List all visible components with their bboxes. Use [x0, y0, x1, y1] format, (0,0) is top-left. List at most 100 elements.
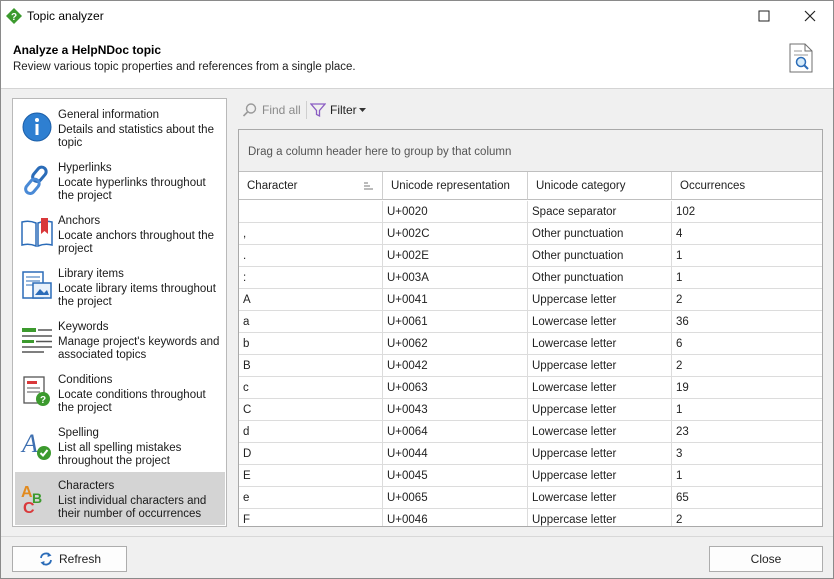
- cell-value: 1: [676, 404, 683, 416]
- cell-value: 2: [676, 360, 683, 372]
- table-cell: D: [239, 443, 383, 465]
- table-cell: c: [239, 377, 383, 399]
- sidebar-item-desc: Details and statistics about the topic: [58, 124, 214, 149]
- cell-value: U+0061: [387, 316, 428, 328]
- table-cell: U+0046: [383, 509, 528, 526]
- cell-value: 102: [676, 206, 696, 218]
- column-header-label: Unicode representation: [391, 180, 510, 192]
- sidebar-item-spelling[interactable]: A Spelling List all spelling mistakes th…: [15, 419, 225, 472]
- sidebar-item-keywords[interactable]: Keywords Manage project's keywords and a…: [15, 313, 225, 366]
- cell-value: Other punctuation: [532, 250, 624, 262]
- find-all-label: Find all: [262, 103, 301, 117]
- sidebar-item-anchors[interactable]: Anchors Locate anchors throughout the pr…: [15, 207, 225, 260]
- table-row[interactable]: A U+0041 Uppercase letter 2: [239, 289, 822, 311]
- table-row[interactable]: b U+0062 Lowercase letter 6: [239, 333, 822, 355]
- table-row[interactable]: F U+0046 Uppercase letter 2: [239, 509, 822, 526]
- table-cell: A: [239, 289, 383, 311]
- sidebar-item-desc: Locate library items throughout the proj…: [58, 283, 216, 308]
- toolbar-separator: [306, 101, 307, 119]
- cell-value: Lowercase letter: [532, 316, 617, 328]
- table-cell: Uppercase letter: [528, 465, 672, 487]
- sort-icon: [364, 182, 373, 190]
- find-all-button[interactable]: Find all: [242, 102, 301, 118]
- cell-value: Lowercase letter: [532, 426, 617, 438]
- table-cell: Uppercase letter: [528, 399, 672, 421]
- table-cell: Lowercase letter: [528, 421, 672, 443]
- refresh-label: Refresh: [58, 552, 102, 566]
- table-cell: 1: [672, 245, 822, 267]
- sidebar-item-title: Library items: [58, 268, 124, 280]
- sidebar-item-conditions[interactable]: ? Conditions Locate conditions throughou…: [15, 366, 225, 419]
- table-cell: Lowercase letter: [528, 377, 672, 399]
- cell-value: 4: [676, 228, 683, 240]
- close-window-button[interactable]: [787, 1, 833, 31]
- sidebar-item-characters[interactable]: A B C Characters List individual charact…: [15, 472, 225, 525]
- sidebar-item-desc: Locate conditions throughout the project: [58, 389, 206, 414]
- table-cell: C: [239, 399, 383, 421]
- header-subtitle: Review various topic properties and refe…: [13, 61, 356, 73]
- table-cell: Uppercase letter: [528, 509, 672, 526]
- cell-value: U+0062: [387, 338, 428, 350]
- cell-value: U+003A: [387, 272, 429, 284]
- table-cell: 4: [672, 223, 822, 245]
- table-cell: U+003A: [383, 267, 528, 289]
- dialog-header: Analyze a HelpNDoc topic Review various …: [1, 31, 833, 89]
- table-row[interactable]: E U+0045 Uppercase letter 1: [239, 465, 822, 487]
- filter-label: Filter: [330, 103, 357, 117]
- cell-value: U+0043: [387, 404, 428, 416]
- column-header-label: Occurrences: [680, 180, 746, 192]
- table-row[interactable]: c U+0063 Lowercase letter 19: [239, 377, 822, 399]
- table-row[interactable]: a U+0061 Lowercase letter 36: [239, 311, 822, 333]
- column-header-label: Unicode category: [536, 180, 626, 192]
- table-cell: 3: [672, 443, 822, 465]
- cell-value: 1: [676, 470, 683, 482]
- title-bar: ? Topic analyzer: [1, 1, 833, 31]
- table-cell: Uppercase letter: [528, 355, 672, 377]
- close-button[interactable]: Close: [709, 546, 823, 572]
- column-header-character[interactable]: Character: [239, 172, 383, 200]
- cell-value: e: [243, 492, 250, 504]
- table-row[interactable]: D U+0044 Uppercase letter 3: [239, 443, 822, 465]
- table-cell: b: [239, 333, 383, 355]
- maximize-button[interactable]: [741, 1, 787, 31]
- cell-value: C: [243, 404, 252, 416]
- refresh-button[interactable]: Refresh: [12, 546, 127, 572]
- table-row[interactable]: , U+002C Other punctuation 4: [239, 223, 822, 245]
- sidebar-item-hyperlinks[interactable]: Hyperlinks Locate hyperlinks throughout …: [15, 154, 225, 207]
- table-cell: d: [239, 421, 383, 443]
- table-cell: 36: [672, 311, 822, 333]
- filter-dropdown-button[interactable]: Filter: [310, 102, 366, 118]
- library-icon: [22, 271, 52, 299]
- sidebar-item-general-information[interactable]: General information Details and statisti…: [15, 101, 225, 154]
- table-cell: Other punctuation: [528, 245, 672, 267]
- table-row[interactable]: d U+0064 Lowercase letter 23: [239, 421, 822, 443]
- cell-value: U+0064: [387, 426, 428, 438]
- cell-value: b: [243, 338, 250, 350]
- table-row[interactable]: U+0020 Space separator 102: [239, 201, 822, 223]
- column-header-unicode-category[interactable]: Unicode category: [528, 172, 672, 200]
- table-row[interactable]: C U+0043 Uppercase letter 1: [239, 399, 822, 421]
- table-cell: U+0045: [383, 465, 528, 487]
- sidebar-item-library-items[interactable]: Library items Locate library items throu…: [15, 260, 225, 313]
- sidebar-item-title: General information: [58, 109, 159, 121]
- cell-value: 23: [676, 426, 689, 438]
- grid-toolbar: Find all Filter: [238, 98, 823, 122]
- table-cell: F: [239, 509, 383, 526]
- table-cell: U+0061: [383, 311, 528, 333]
- group-by-panel[interactable]: Drag a column header here to group by th…: [239, 130, 822, 172]
- cell-value: U+0045: [387, 470, 428, 482]
- column-header-occurrences[interactable]: Occurrences: [672, 172, 822, 200]
- table-cell: Lowercase letter: [528, 487, 672, 509]
- cell-value: Uppercase letter: [532, 294, 617, 306]
- sidebar-item-desc: Locate anchors throughout the project: [58, 230, 215, 255]
- cell-value: E: [243, 470, 251, 482]
- table-cell: 102: [672, 201, 822, 223]
- column-header-unicode-representation[interactable]: Unicode representation: [383, 172, 528, 200]
- table-row[interactable]: B U+0042 Uppercase letter 2: [239, 355, 822, 377]
- table-row[interactable]: . U+002E Other punctuation 1: [239, 245, 822, 267]
- table-cell: Uppercase letter: [528, 289, 672, 311]
- column-header-label: Character: [247, 180, 298, 192]
- table-row[interactable]: : U+003A Other punctuation 1: [239, 267, 822, 289]
- table-cell: 1: [672, 399, 822, 421]
- table-row[interactable]: e U+0065 Lowercase letter 65: [239, 487, 822, 509]
